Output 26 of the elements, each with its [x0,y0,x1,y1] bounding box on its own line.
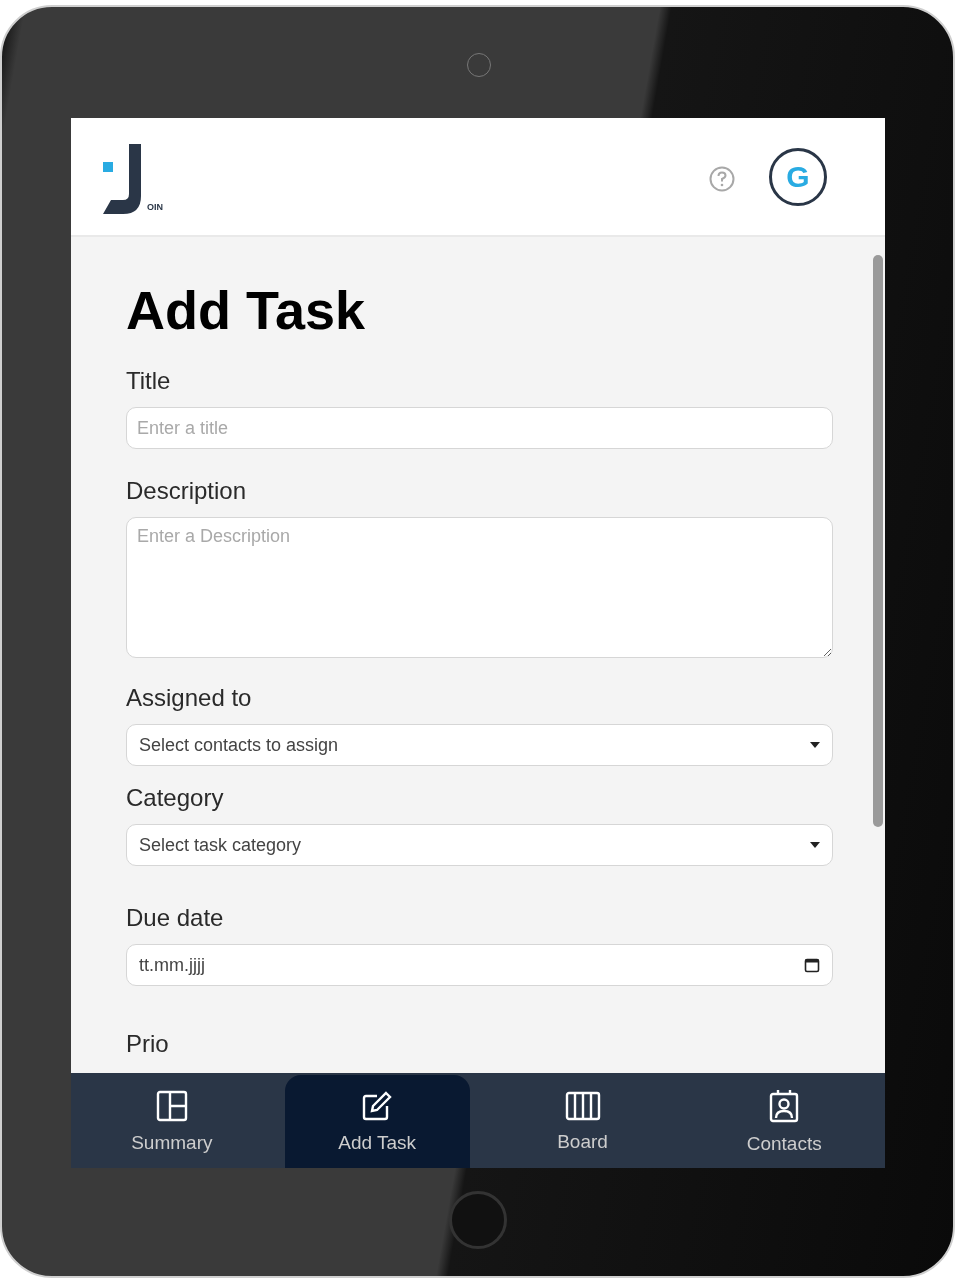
calendar-icon[interactable] [804,957,820,973]
help-icon[interactable] [709,165,735,192]
nav-item[interactable]: Contacts [683,1075,885,1168]
field-label: Prio [126,1030,170,1058]
caret-icon [810,742,820,748]
nav-item[interactable]: Add Task [284,1075,470,1168]
scrollbar[interactable] [873,255,883,827]
field-label: Assigned to [126,684,253,712]
logo-text: OIN [147,201,163,212]
dropdown-field[interactable]: Select task category [126,824,833,866]
title-field[interactable]: Enter a title [126,407,833,449]
edit-icon [361,1089,394,1122]
layout-icon [155,1089,188,1122]
field-label: Category [126,784,225,812]
date-field[interactable]: tt.mm.jjjj [126,944,833,986]
caret-icon [810,842,820,848]
field-label: Due date [126,904,225,932]
nav-item[interactable]: Summary [71,1075,273,1168]
contact-card-icon [769,1088,800,1123]
nav-item[interactable]: Board [481,1075,684,1168]
columns-icon [564,1090,601,1121]
field-label: Description [126,477,248,505]
description-field[interactable]: Enter a Description [126,517,833,658]
field-label: Title [126,367,172,395]
page-title: Add Task [126,279,367,341]
dropdown-field[interactable]: Select contacts to assign [126,724,833,766]
